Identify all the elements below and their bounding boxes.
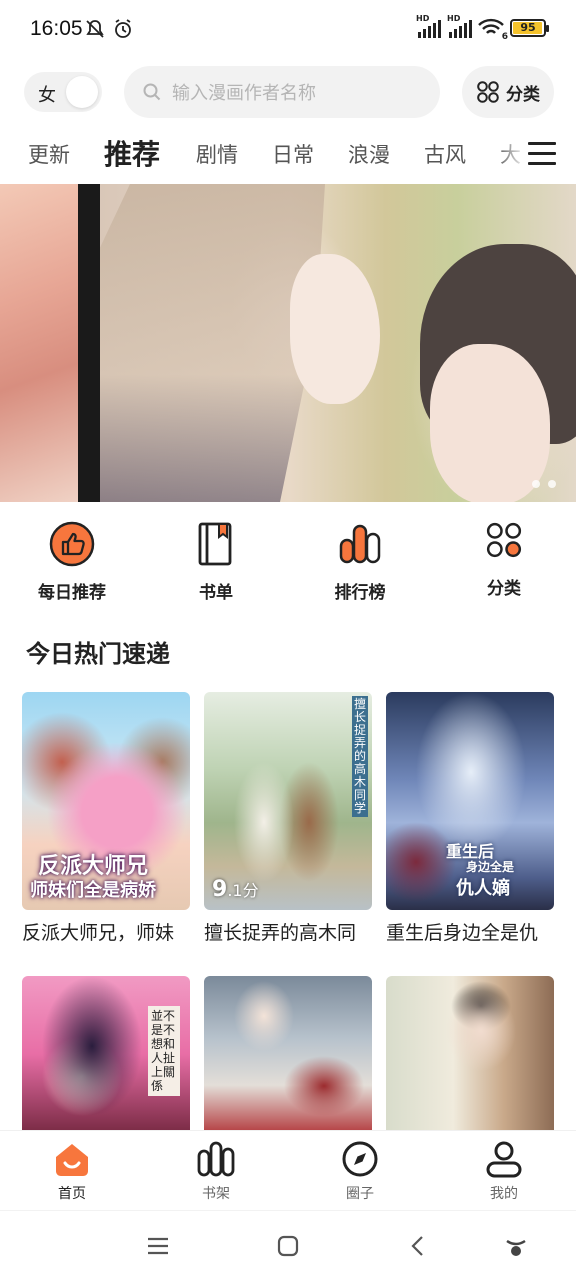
comic-card[interactable] bbox=[204, 976, 372, 1132]
nav-profile-label: 我的 bbox=[490, 1186, 518, 1202]
comic-card[interactable]: 並不是不想和人扯上關係 bbox=[22, 976, 190, 1132]
book-icon bbox=[198, 522, 232, 566]
comic-title: 擅长捉弄的高木同 bbox=[204, 922, 357, 944]
tab-recommend[interactable]: 推荐 bbox=[104, 130, 160, 180]
status-bar: 16:05 HD HD 6 95 bbox=[0, 0, 576, 60]
category-grid-icon bbox=[477, 81, 499, 103]
tab-ancient[interactable]: 古风 bbox=[424, 130, 466, 180]
battery-icon: 95 bbox=[510, 19, 549, 37]
banner-main-image bbox=[100, 184, 576, 502]
nav-bookshelf-label: 书架 bbox=[202, 1186, 230, 1202]
section-title: 今日热门速递 bbox=[26, 640, 170, 668]
banner-divider bbox=[78, 184, 100, 502]
comic-cover: 擅长捉弄的高木同学 9.1分 bbox=[204, 692, 372, 910]
comic-card[interactable] bbox=[386, 976, 554, 1132]
thumbs-up-icon bbox=[49, 521, 95, 567]
cover-vertical-title: 擅长捉弄的高木同学 bbox=[352, 696, 368, 817]
mute-bell-icon bbox=[86, 20, 104, 38]
comic-card[interactable]: 擅长捉弄的高木同学 9.1分 擅长捉弄的高木同 bbox=[204, 692, 372, 945]
daily-recommend-label: 每日推荐 bbox=[38, 583, 106, 603]
gender-toggle-knob bbox=[66, 76, 98, 108]
gender-toggle[interactable]: 女 bbox=[24, 72, 102, 112]
nav-bookshelf[interactable]: 书架 bbox=[166, 1139, 266, 1203]
alarm-icon bbox=[115, 19, 131, 38]
hd-label-2: HD bbox=[447, 14, 461, 23]
assistant-icon[interactable] bbox=[503, 1233, 529, 1259]
comic-title: 反派大师兄，师妹 bbox=[22, 922, 175, 944]
cover-vertical-title: 並不是不想和人扯上關係 bbox=[148, 1006, 180, 1096]
tab-daily[interactable]: 日常 bbox=[272, 130, 314, 180]
comic-score: 9.1分 bbox=[212, 877, 259, 902]
comic-score-suffix: .1分 bbox=[227, 881, 259, 900]
signal-1-icon: HD bbox=[416, 14, 441, 38]
ranking-button[interactable]: 排行榜 bbox=[300, 520, 420, 603]
bookshelf-icon bbox=[197, 1141, 235, 1177]
nav-home[interactable]: 首页 bbox=[22, 1139, 122, 1203]
comic-cover: 並不是不想和人扯上關係 bbox=[22, 976, 190, 1132]
banner-dot bbox=[548, 480, 556, 488]
tabs-menu-icon[interactable] bbox=[528, 142, 556, 166]
comic-cover bbox=[386, 976, 554, 1132]
home-gesture-icon[interactable] bbox=[275, 1233, 301, 1259]
cover-title-line2: 师妹们全是病娇 bbox=[30, 880, 156, 901]
comic-cover bbox=[204, 976, 372, 1132]
nav-profile[interactable]: 我的 bbox=[454, 1139, 554, 1203]
booklist-button[interactable]: 书单 bbox=[156, 520, 276, 603]
status-right-icons: HD HD 6 95 bbox=[416, 14, 549, 42]
comic-card[interactable]: 重生后 身边全是 仇人嫡 重生后身边全是仇 bbox=[386, 692, 554, 945]
recent-apps-icon[interactable] bbox=[145, 1233, 171, 1259]
wifi-badge: 6 bbox=[501, 32, 508, 42]
wifi-icon: 6 bbox=[478, 18, 508, 42]
nav-home-label: 首页 bbox=[58, 1186, 86, 1202]
banner-dot bbox=[532, 480, 540, 488]
gender-label: 女 bbox=[38, 85, 56, 106]
hd-label: HD bbox=[416, 14, 430, 23]
category-quick-button[interactable]: 分类 bbox=[444, 520, 564, 599]
status-time: 16:05 bbox=[30, 17, 83, 40]
comic-cover: 反派大师兄 师妹们全是病娇 bbox=[22, 692, 190, 910]
category-quick-label: 分类 bbox=[487, 579, 521, 599]
tab-drama[interactable]: 剧情 bbox=[196, 130, 238, 180]
category-tabs: 更新 推荐 剧情 日常 浪漫 古风 大 bbox=[0, 130, 576, 180]
signal-2-icon: HD bbox=[447, 14, 472, 38]
status-left-icons bbox=[84, 18, 134, 40]
back-icon[interactable] bbox=[405, 1233, 431, 1259]
ranking-icon bbox=[339, 524, 381, 564]
home-icon bbox=[56, 1144, 88, 1176]
banner-art-face-left bbox=[290, 254, 380, 404]
comic-cover: 重生后 身边全是 仇人嫡 bbox=[386, 692, 554, 910]
comic-score-big: 9 bbox=[212, 877, 228, 902]
tab-update[interactable]: 更新 bbox=[28, 130, 70, 180]
system-nav-bar bbox=[0, 1210, 576, 1280]
cover-title-line2: 身边全是 bbox=[466, 860, 515, 874]
battery-level: 95 bbox=[520, 21, 536, 34]
tabs-fade bbox=[496, 130, 526, 180]
banner-prev-slide bbox=[0, 184, 78, 502]
comic-title: 重生后身边全是仇 bbox=[386, 922, 539, 944]
ranking-label: 排行榜 bbox=[334, 583, 386, 603]
nav-circle[interactable]: 圈子 bbox=[310, 1139, 410, 1203]
search-placeholder: 输入漫画作者名称 bbox=[172, 83, 316, 104]
user-icon bbox=[486, 1141, 522, 1178]
category-button[interactable]: 分类 bbox=[462, 66, 554, 118]
booklist-label: 书单 bbox=[199, 583, 233, 603]
search-icon bbox=[143, 83, 161, 101]
hero-banner[interactable] bbox=[0, 184, 576, 502]
cover-title-line3: 仇人嫡 bbox=[456, 878, 510, 899]
daily-recommend-button[interactable]: 每日推荐 bbox=[12, 520, 132, 603]
compass-icon bbox=[342, 1141, 378, 1177]
category-grid-icon bbox=[486, 522, 522, 558]
bottom-nav: 首页 书架 圈子 我的 bbox=[0, 1130, 576, 1210]
category-button-label: 分类 bbox=[506, 84, 540, 105]
nav-circle-label: 圈子 bbox=[346, 1186, 374, 1202]
comic-card[interactable]: 反派大师兄 师妹们全是病娇 反派大师兄，师妹 bbox=[22, 692, 190, 945]
search-input[interactable]: 输入漫画作者名称 bbox=[124, 66, 440, 118]
banner-art-face-right bbox=[430, 344, 550, 502]
tab-romance[interactable]: 浪漫 bbox=[348, 130, 390, 180]
